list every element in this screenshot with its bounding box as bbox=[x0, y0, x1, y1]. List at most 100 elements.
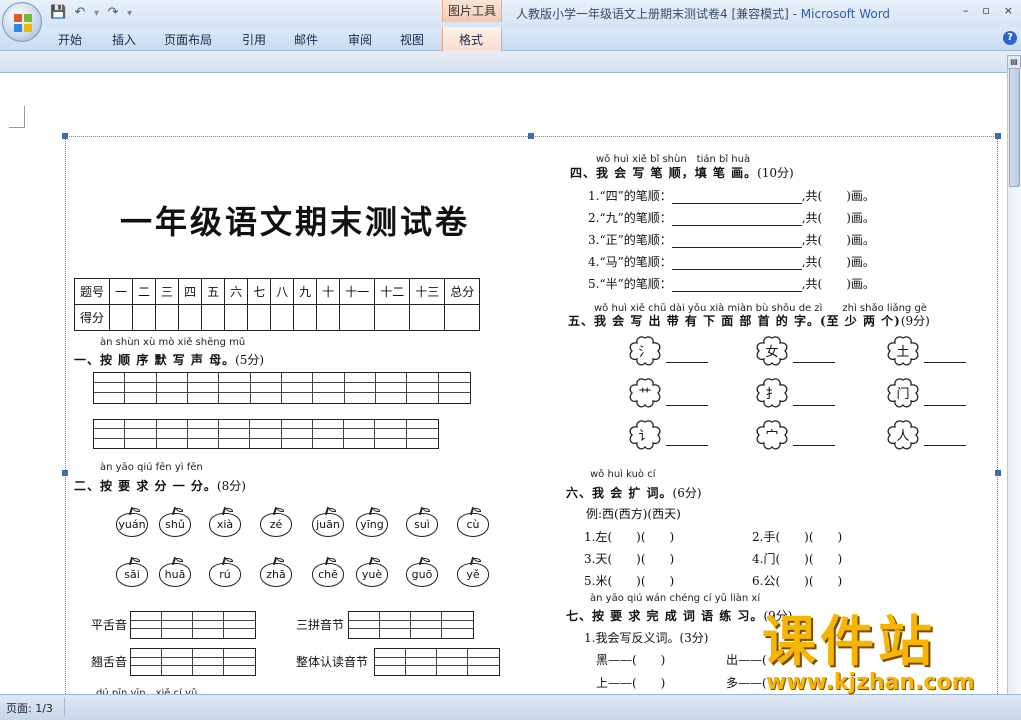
apple-card: huā bbox=[159, 556, 191, 587]
picture-tools-context: 图片工具 bbox=[442, 0, 502, 22]
apple-card: yě bbox=[457, 556, 489, 587]
radical-flower: 艹 bbox=[626, 377, 664, 409]
answer-blank bbox=[793, 445, 835, 446]
radical-flower: 宀 bbox=[753, 419, 791, 451]
tab-format[interactable]: 格式 bbox=[459, 31, 483, 48]
q2-heading: 二、按 要 求 分 一 分。(8分) bbox=[74, 477, 246, 494]
score-cell bbox=[247, 304, 272, 331]
apple-card: yuán bbox=[116, 506, 148, 537]
q4-heading: 四、我 会 写 笔 顺，填 笔 画。(10分) bbox=[570, 164, 794, 181]
apple-card: chē bbox=[312, 556, 344, 587]
label-three-spell: 三拼音节 bbox=[296, 618, 345, 632]
status-page-count[interactable]: 页面: 1/3 bbox=[6, 700, 53, 716]
score-cell: 总分 bbox=[444, 278, 481, 305]
apple-card: zhā bbox=[260, 556, 292, 587]
q7-heading-text: 七、按 要 求 完 成 词 语 练 习。 bbox=[566, 609, 764, 623]
apple-card: suì bbox=[406, 506, 438, 537]
status-separator bbox=[64, 698, 65, 716]
exam-title: 一年级语文期末测试卷 bbox=[120, 203, 471, 241]
q6-heading: 六、我 会 扩 词。(6分) bbox=[566, 484, 702, 501]
score-cell: 四 bbox=[178, 278, 203, 305]
q1-pinyin: àn shùn xù mò xiě shēng mǔ bbox=[100, 337, 246, 348]
score-cell: 六 bbox=[224, 278, 249, 305]
app-name: Microsoft Word bbox=[800, 7, 891, 21]
score-cell: 五 bbox=[201, 278, 226, 305]
score-cell bbox=[316, 304, 341, 331]
score-cell bbox=[132, 304, 157, 331]
score-cell bbox=[224, 304, 249, 331]
save-icon[interactable]: 💾 bbox=[50, 5, 66, 21]
q6-item: 4.门( )( ) bbox=[752, 552, 843, 566]
redo-icon[interactable]: ↷ bbox=[105, 5, 121, 21]
score-cell: 二 bbox=[132, 278, 157, 305]
score-cell: 三 bbox=[155, 278, 180, 305]
q1-points: (5分) bbox=[235, 353, 265, 367]
apple-card: xià bbox=[209, 506, 241, 537]
window-title: 人教版小学一年级语文上册期末测试卷4 [兼容模式] - Microsoft Wo… bbox=[516, 5, 890, 22]
antonym-item: 多——( bbox=[726, 676, 767, 690]
help-icon[interactable]: ? bbox=[1003, 31, 1017, 45]
answer-blank bbox=[666, 362, 708, 363]
answer-grid-flat bbox=[130, 611, 256, 639]
score-cell bbox=[444, 304, 481, 331]
answer-blank bbox=[924, 362, 966, 363]
q6-item: 1.左( )( ) bbox=[584, 530, 675, 544]
undo-icon[interactable]: ↶ bbox=[72, 5, 88, 21]
score-cell bbox=[374, 304, 411, 331]
q5-points: (9分) bbox=[900, 314, 930, 328]
q6-heading-text: 六、我 会 扩 词。 bbox=[566, 486, 673, 500]
score-table: 题号 一 二 三 四 五 六 七 八 九 十 十一 十二 十三 总分 得分 bbox=[73, 278, 481, 331]
tab-references[interactable]: 引用 bbox=[242, 31, 266, 48]
ribbon-collapsed bbox=[0, 51, 1021, 73]
score-cell: 九 bbox=[293, 278, 318, 305]
label-flat-tongue: 平舌音 bbox=[91, 618, 128, 632]
antonym-item: 黑——( ) bbox=[596, 653, 666, 667]
radical-flower: 女 bbox=[753, 335, 791, 367]
radical-flower: 扌 bbox=[753, 377, 791, 409]
q5-heading: 五、我 会 写 出 带 有 下 面 部 首 的 字。(至 少 两 个)(9分) bbox=[568, 312, 930, 329]
tab-insert[interactable]: 插入 bbox=[112, 31, 136, 48]
q4-points: (10分) bbox=[757, 166, 794, 180]
apple-card: guō bbox=[406, 556, 438, 587]
score-table-header-row: 题号 一 二 三 四 五 六 七 八 九 十 十一 十二 十三 总分 bbox=[73, 278, 481, 305]
stroke-order-line: 5.“半”的笔顺： ,共( )画。 bbox=[588, 277, 875, 292]
q1-writing-grid-1 bbox=[93, 372, 471, 404]
q6-points: (6分) bbox=[672, 486, 702, 500]
minimize-button[interactable]: – bbox=[963, 4, 969, 17]
tab-review[interactable]: 审阅 bbox=[348, 31, 372, 48]
score-cell bbox=[339, 304, 376, 331]
restore-button[interactable]: ▫ bbox=[982, 4, 989, 17]
window-controls: – ▫ × bbox=[963, 4, 1013, 17]
radical-flower: 土 bbox=[884, 335, 922, 367]
score-cell bbox=[293, 304, 318, 331]
customize-icon[interactable]: ▾ bbox=[127, 8, 132, 19]
q6-item: 6.公( )( ) bbox=[752, 574, 843, 588]
stroke-order-line: 3.“正”的笔顺： ,共( )画。 bbox=[588, 233, 875, 248]
close-button[interactable]: × bbox=[1004, 4, 1013, 17]
apple-card: cù bbox=[457, 506, 489, 537]
tab-mailings[interactable]: 邮件 bbox=[294, 31, 318, 48]
q6-item: 2.手( )( ) bbox=[752, 530, 843, 544]
tab-view[interactable]: 视图 bbox=[400, 31, 424, 48]
vertical-scrollbar[interactable] bbox=[1007, 55, 1021, 694]
view-ruler-button[interactable]: ▤ bbox=[1007, 55, 1021, 69]
office-button[interactable] bbox=[2, 2, 42, 42]
radical-flower: 人 bbox=[884, 419, 922, 451]
apple-card: sāi bbox=[116, 556, 148, 587]
q2-pinyin: àn yāo qiú fēn yì fēn bbox=[100, 462, 203, 473]
tab-home[interactable]: 开始 bbox=[58, 31, 82, 48]
score-cell: 十三 bbox=[409, 278, 446, 305]
apple-card: yīng bbox=[356, 506, 388, 537]
score-cell: 十 bbox=[316, 278, 341, 305]
page-corner-mark bbox=[9, 106, 25, 128]
watermark-url: www.kjzhan.com bbox=[766, 670, 975, 695]
answer-blank bbox=[793, 405, 835, 406]
quick-access-toolbar: 💾 ↶ ▾ ↷ ▾ bbox=[50, 4, 132, 22]
tab-page-layout[interactable]: 页面布局 bbox=[164, 31, 212, 48]
undo-dropdown-icon[interactable]: ▾ bbox=[94, 8, 99, 19]
score-cell bbox=[409, 304, 446, 331]
scrollbar-thumb[interactable] bbox=[1009, 67, 1020, 187]
title-bar: 💾 ↶ ▾ ↷ ▾ 图片工具 人教版小学一年级语文上册期末测试卷4 [兼容模式]… bbox=[0, 0, 1021, 27]
score-cell bbox=[270, 304, 295, 331]
label-retroflex: 翘舌音 bbox=[91, 655, 128, 669]
